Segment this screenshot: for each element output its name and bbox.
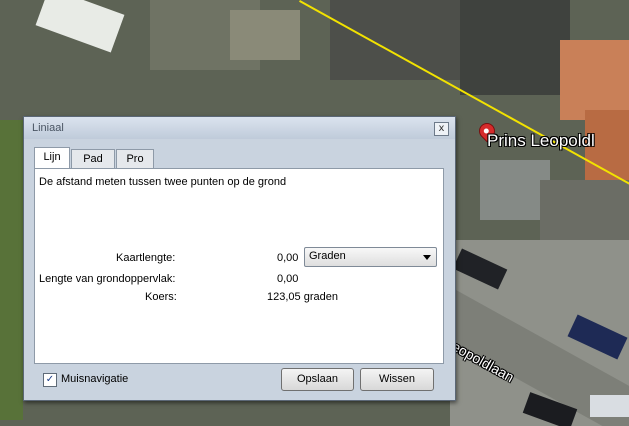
map-rooftop	[330, 0, 460, 80]
close-icon[interactable]: x	[434, 122, 449, 136]
ground-length-label: Lengte van grondoppervlak:	[39, 273, 176, 285]
ground-length-value: 0,00	[277, 273, 299, 285]
save-button[interactable]: Opslaan	[281, 368, 354, 391]
mouse-navigation-checkbox[interactable]: ✓	[43, 373, 57, 387]
heading-value: 123,05 graden	[267, 291, 338, 303]
map-rooftop	[540, 180, 629, 240]
tab-lijn[interactable]: Lijn	[34, 147, 70, 170]
map-car	[590, 395, 629, 417]
unit-select[interactable]: Graden	[304, 247, 437, 267]
unit-select-value: Graden	[309, 250, 346, 262]
map-rooftop	[35, 0, 125, 53]
map-rooftop	[460, 0, 570, 95]
heading-label: Koers:	[145, 291, 177, 303]
map-rooftop	[230, 10, 300, 60]
map-length-value: 0,00	[277, 252, 299, 264]
tab-pad[interactable]: Pad	[71, 149, 115, 169]
tab-panel-lijn: De afstand meten tussen twee punten op d…	[34, 168, 444, 364]
dialog-title: Liniaal	[32, 122, 64, 134]
tab-pro[interactable]: Pro	[116, 149, 154, 169]
mouse-navigation-label[interactable]: Muisnavigatie	[61, 373, 128, 385]
map-length-label: Kaartlengte:	[116, 252, 176, 264]
description-text: De afstand meten tussen twee punten op d…	[39, 176, 287, 188]
dialog-titlebar[interactable]: Liniaal x	[24, 117, 455, 139]
map-rooftop	[0, 120, 23, 420]
place-label[interactable]: Prins Leopoldl	[487, 131, 595, 151]
ruler-dialog: Liniaal x Lijn Pad Pro De afstand meten …	[23, 116, 456, 401]
chevron-down-icon	[423, 255, 431, 260]
clear-button[interactable]: Wissen	[360, 368, 434, 391]
map-rooftop	[560, 40, 629, 120]
